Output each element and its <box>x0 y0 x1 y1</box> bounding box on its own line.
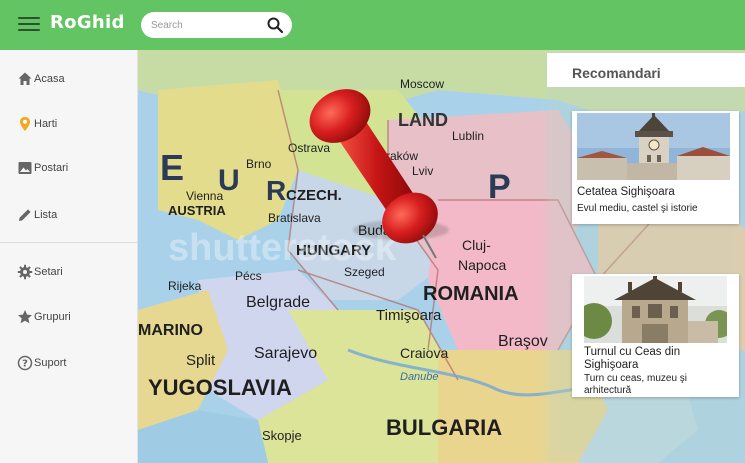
sidebar-item-suport[interactable]: ? Suport <box>0 348 137 380</box>
svg-text:Split: Split <box>186 352 216 369</box>
svg-text:E: E <box>160 147 184 188</box>
home-icon <box>18 72 32 85</box>
sidebar-item-lista[interactable]: Lista <box>0 200 137 232</box>
search-input[interactable] <box>151 16 261 34</box>
svg-text:LAND: LAND <box>398 110 448 130</box>
svg-text:Cluj-: Cluj- <box>462 237 491 253</box>
svg-text:?: ? <box>22 359 28 370</box>
search-box <box>141 12 292 38</box>
recommendations-title: Recomandari <box>572 65 661 81</box>
search-icon[interactable] <box>266 16 284 34</box>
recommendation-card[interactable]: Turnul cu Ceas din Sighişoara Turn cu ce… <box>572 274 739 397</box>
sidebar-item-postari[interactable]: Postari <box>0 153 137 185</box>
sidebar-item-grupuri[interactable]: Grupuri <box>0 302 137 334</box>
recommendations-panel: Recomandari Cetatea Sighişoara Evul medi… <box>547 50 745 463</box>
recommendation-card[interactable]: Cetatea Sighişoara Evul mediu, castel şi… <box>572 111 739 224</box>
pencil-icon <box>19 209 31 221</box>
svg-text:Lublin: Lublin <box>452 129 484 143</box>
clock-tower-photo <box>584 276 727 343</box>
svg-text:Lviv: Lviv <box>412 164 433 178</box>
sidebar-divider <box>0 242 137 243</box>
app-brand[interactable]: RoGhid <box>50 12 125 33</box>
svg-text:P: P <box>488 168 511 206</box>
svg-text:Timişoara: Timişoara <box>376 307 442 324</box>
top-app-bar: RoGhid <box>0 0 745 50</box>
sidebar-item-harti[interactable]: Harti <box>0 109 137 141</box>
svg-text:CZECH.: CZECH. <box>286 187 342 204</box>
svg-text:AUSTRIA: AUSTRIA <box>168 203 226 218</box>
star-icon <box>18 310 32 324</box>
card-title: Cetatea Sighişoara <box>577 186 675 198</box>
sidebar-item-setari[interactable]: Setari <box>0 257 137 289</box>
sidebar-item-label: Suport <box>34 357 67 369</box>
recommendations-header: Recomandari <box>547 53 745 87</box>
sidebar-item-label: Harti <box>34 118 58 130</box>
gear-icon <box>17 264 33 280</box>
svg-text:Pécs: Pécs <box>235 269 262 283</box>
svg-text:Vienna: Vienna <box>186 189 223 203</box>
svg-text:MARINO: MARINO <box>138 322 203 339</box>
sidebar-item-label: Postari <box>34 162 69 174</box>
image-icon <box>18 162 32 174</box>
sidebar: Acasa Harti Postari Lista Setari Grupuri… <box>0 50 138 463</box>
sidebar-item-label: Acasa <box>34 73 65 85</box>
map-pin-icon <box>20 117 30 131</box>
sidebar-item-acasa[interactable]: Acasa <box>0 64 137 96</box>
help-icon: ? <box>17 355 33 371</box>
sidebar-item-label: Grupuri <box>34 311 71 323</box>
svg-text:Moscow: Moscow <box>400 77 444 91</box>
svg-text:Danube: Danube <box>400 371 439 383</box>
sidebar-item-label: Lista <box>34 209 58 221</box>
svg-text:YUGOSLAVIA: YUGOSLAVIA <box>148 375 292 400</box>
card-title: Turnul cu Ceas din Sighişoara <box>584 346 681 371</box>
svg-text:Craiova: Craiova <box>400 345 448 361</box>
menu-icon[interactable] <box>18 15 40 33</box>
sidebar-item-label: Setari <box>34 266 63 278</box>
card-subtitle: Turn cu ceas, muzeu şi arhitectură <box>584 373 688 395</box>
svg-text:Sarajevo: Sarajevo <box>254 345 317 362</box>
svg-text:ROMANIA: ROMANIA <box>423 283 519 305</box>
svg-text:BULGARIA: BULGARIA <box>386 415 502 440</box>
clock-tower-photo <box>577 113 730 180</box>
svg-text:Braşov: Braşov <box>498 333 548 350</box>
svg-text:Bratislava: Bratislava <box>268 211 321 225</box>
svg-text:Napoca: Napoca <box>458 257 506 273</box>
svg-text:Belgrade: Belgrade <box>246 294 310 311</box>
svg-text:Rijeka: Rijeka <box>168 279 202 293</box>
card-subtitle: Evul mediu, castel şi istorie <box>577 203 698 214</box>
svg-text:R: R <box>266 175 286 206</box>
svg-text:Skopje: Skopje <box>262 428 302 443</box>
svg-text:Ostrava: Ostrava <box>288 141 330 155</box>
svg-text:Brno: Brno <box>246 157 272 171</box>
